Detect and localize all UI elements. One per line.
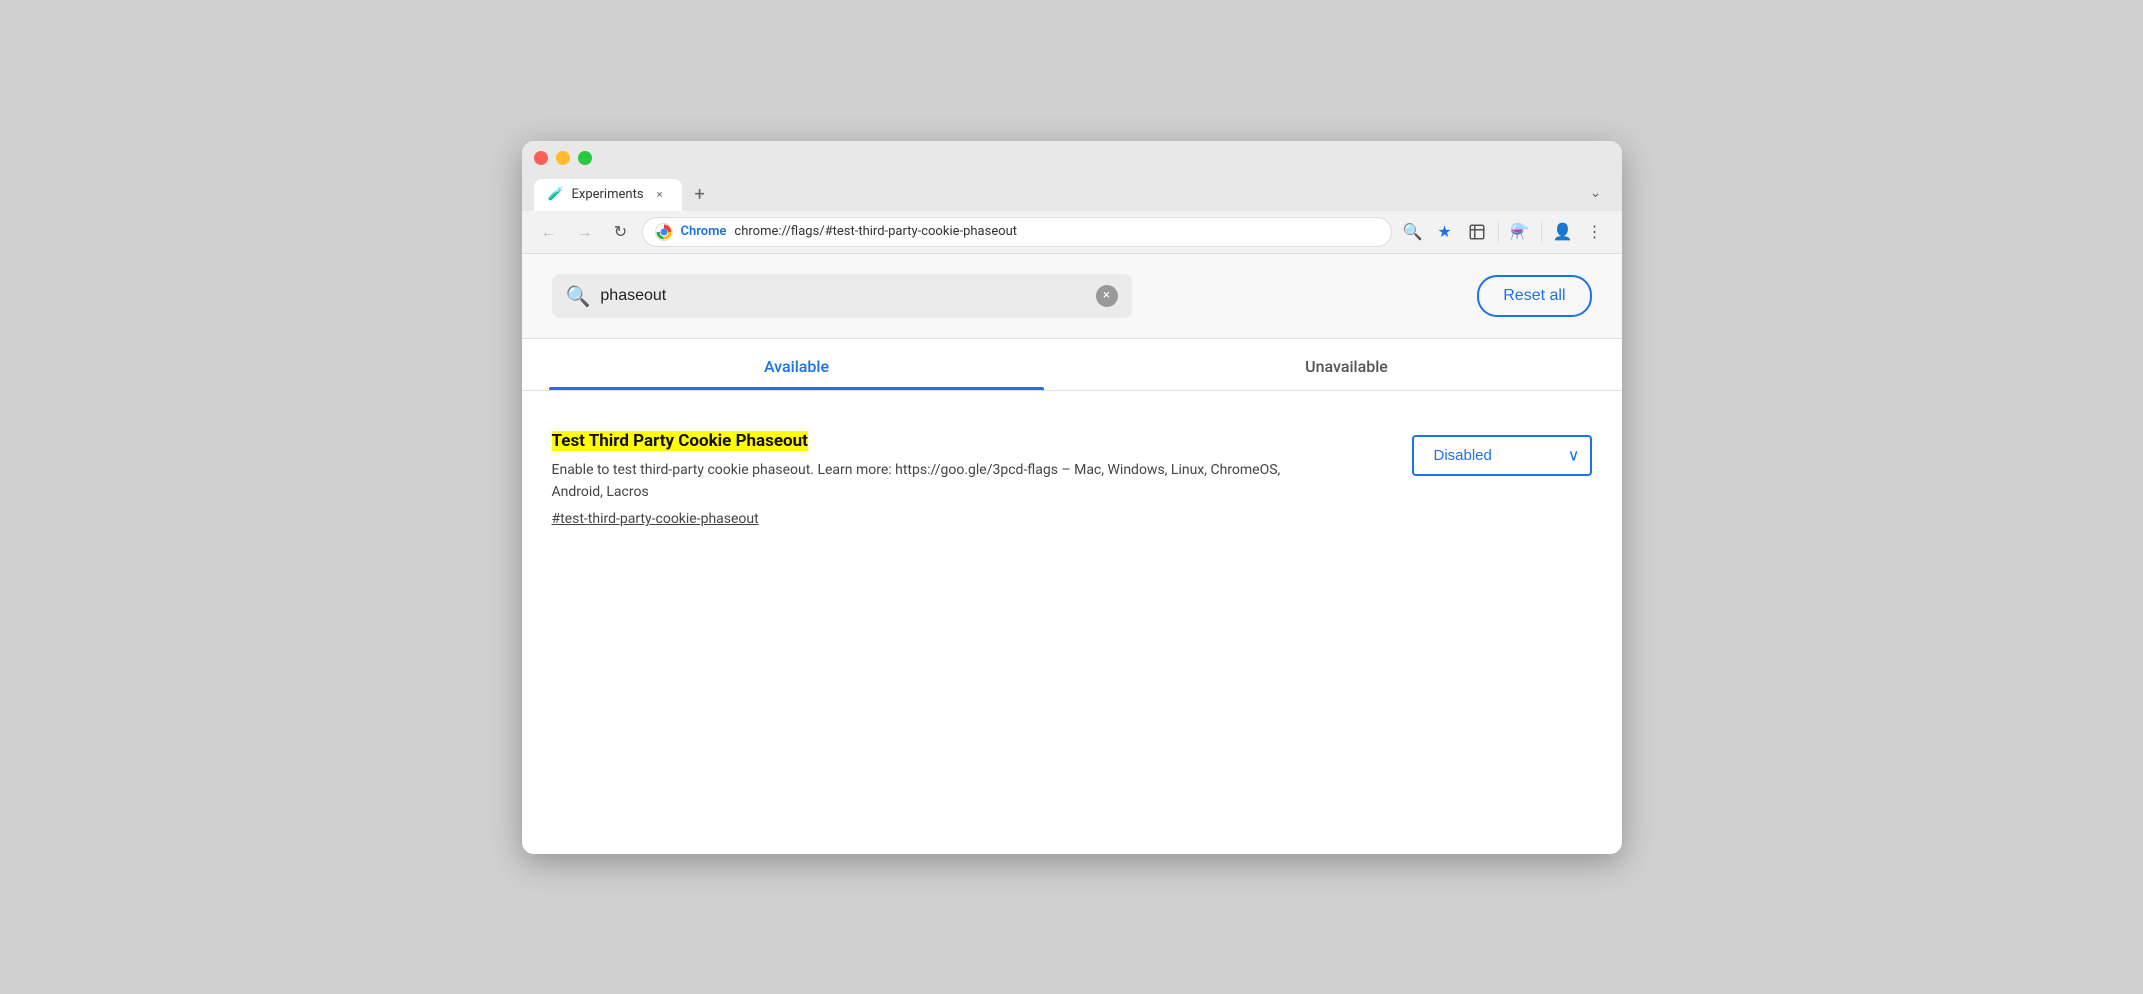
chrome-label: Chrome	[681, 224, 727, 239]
address-url: chrome://flags/#test-third-party-cookie-…	[734, 224, 1378, 239]
new-tab-button[interactable]: +	[686, 181, 714, 209]
tab-available[interactable]: Available	[522, 339, 1072, 390]
search-icon: 🔍	[566, 284, 591, 308]
flag-anchor-link[interactable]: #test-third-party-cookie-phaseout	[552, 511, 1332, 527]
flag-info: Test Third Party Cookie Phaseout Enable …	[552, 431, 1332, 528]
close-button[interactable]	[534, 151, 548, 165]
tabs-row: 🧪 Experiments × +	[534, 179, 714, 211]
flags-list: Test Third Party Cookie Phaseout Enable …	[522, 391, 1622, 568]
clear-search-button[interactable]: ×	[1096, 285, 1118, 307]
maximize-button[interactable]	[578, 151, 592, 165]
flag-title: Test Third Party Cookie Phaseout	[552, 431, 808, 451]
profile-icon-button[interactable]: 👤	[1548, 217, 1578, 247]
traffic-lights	[534, 151, 592, 165]
zoom-icon-button[interactable]: 🔍	[1398, 217, 1428, 247]
flag-select-container: Default Disabled Enabled	[1412, 435, 1592, 476]
extensions-icon-button[interactable]	[1462, 217, 1492, 247]
title-bar: 🧪 Experiments × + ⌄	[522, 141, 1622, 211]
reload-button[interactable]: ↻	[606, 217, 636, 247]
tab-close-button[interactable]: ×	[652, 187, 668, 203]
flags-search-input[interactable]	[600, 287, 1085, 305]
chrome-logo-icon	[655, 223, 673, 241]
menu-icon-button[interactable]: ⋮	[1580, 217, 1610, 247]
flag-description: Enable to test third-party cookie phaseo…	[552, 459, 1332, 504]
flag-status-select[interactable]: Default Disabled Enabled	[1412, 435, 1592, 476]
back-button[interactable]: ←	[534, 217, 564, 247]
toolbar-icons: 🔍 ★ ⚗️ 👤 ⋮	[1398, 217, 1610, 247]
toolbar: ← → ↻ Chrome chrome://flags/#test-third-…	[522, 211, 1622, 254]
content-tabs: Available Unavailable	[522, 339, 1622, 391]
minimize-button[interactable]	[556, 151, 570, 165]
forward-button[interactable]: →	[570, 217, 600, 247]
toolbar-divider	[1498, 222, 1499, 242]
flag-select-wrapper: Default Disabled Enabled	[1412, 435, 1592, 476]
tab-experiments-icon: 🧪	[548, 187, 564, 203]
profile-dropdown-button[interactable]: ⌄	[1582, 179, 1610, 207]
bookmark-icon-button[interactable]: ★	[1430, 217, 1460, 247]
toolbar-divider-2	[1541, 222, 1542, 242]
browser-window: 🧪 Experiments × + ⌄ ← → ↻ Chrome	[522, 141, 1622, 854]
tab-unavailable[interactable]: Unavailable	[1072, 339, 1622, 390]
experiments-icon-button[interactable]: ⚗️	[1505, 217, 1535, 247]
flags-search-container: 🔍 ×	[552, 274, 1132, 318]
reset-all-button[interactable]: Reset all	[1477, 275, 1591, 317]
address-bar[interactable]: Chrome chrome://flags/#test-third-party-…	[642, 217, 1392, 247]
flag-item: Test Third Party Cookie Phaseout Enable …	[552, 415, 1592, 544]
page-content: 🔍 × Reset all Available Unavailable Test…	[522, 254, 1622, 854]
search-bar-area: 🔍 × Reset all	[522, 254, 1622, 339]
active-tab[interactable]: 🧪 Experiments ×	[534, 179, 682, 211]
tab-title: Experiments	[572, 187, 644, 202]
